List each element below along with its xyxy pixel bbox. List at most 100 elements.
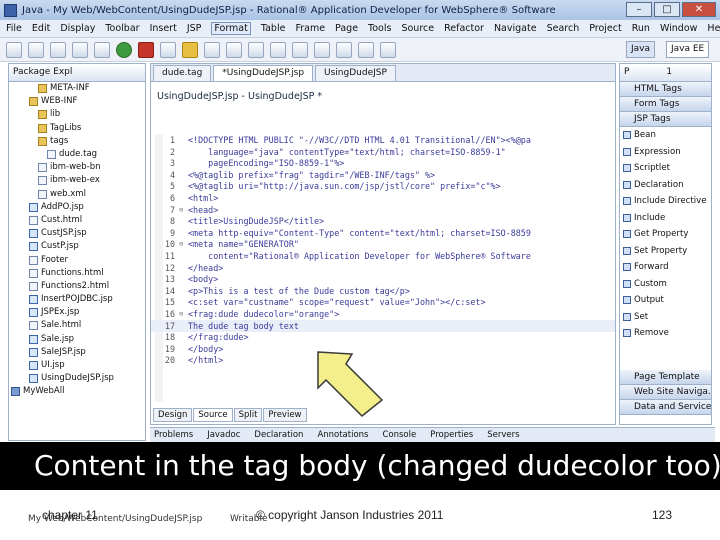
tree-item[interactable]: SaleJSP.jsp xyxy=(9,346,145,359)
menu-page[interactable]: Page xyxy=(335,23,358,34)
menu-table[interactable]: Table xyxy=(261,23,286,34)
code-line[interactable]: 4 <%@taglib prefix="frag" tagdir="/WEB-IN… xyxy=(151,169,615,181)
code-line[interactable]: 11 content="Rational® Application Develo… xyxy=(151,250,615,262)
palette-drawer[interactable]: JSP Tags xyxy=(620,112,711,127)
menu-search[interactable]: Search xyxy=(547,23,580,34)
bottom-view-tab[interactable]: Problems xyxy=(150,430,193,440)
palette-item[interactable]: Declaration xyxy=(620,177,711,194)
tree-item[interactable]: TagLibs xyxy=(9,122,145,135)
code-line[interactable]: 17 The dude tag body text xyxy=(151,319,615,332)
fold-marker-icon[interactable] xyxy=(179,285,188,297)
fold-marker-icon[interactable] xyxy=(179,296,188,308)
tree-item[interactable]: ibm-web-ex xyxy=(9,174,145,187)
palette-drawer[interactable]: Data and Services xyxy=(620,400,711,415)
maximize-button[interactable]: □ xyxy=(654,2,680,17)
fold-marker-icon[interactable] xyxy=(179,262,188,274)
print-icon[interactable] xyxy=(50,41,66,58)
tree-item[interactable]: UI.jsp xyxy=(9,359,145,372)
tree-item[interactable]: CustJSP.jsp xyxy=(9,227,145,240)
package-explorer-tab[interactable]: Package Expl xyxy=(9,64,145,82)
menu-run[interactable]: Run xyxy=(632,23,650,34)
bottom-view-tab[interactable]: Javadoc xyxy=(203,430,240,440)
code-line[interactable]: 5 <%@taglib uri="http://java.sun.com/jsp/… xyxy=(151,180,615,192)
tree-item[interactable]: dude.tag xyxy=(9,148,145,161)
menu-window[interactable]: Window xyxy=(660,23,697,34)
tree-item[interactable]: WEB-INF xyxy=(9,95,145,108)
tree-item[interactable]: Functions.html xyxy=(9,267,145,280)
menu-refactor[interactable]: Refactor xyxy=(444,23,484,34)
code-line[interactable]: 18 </frag:dude> xyxy=(151,331,615,343)
new-package-icon[interactable] xyxy=(226,41,242,58)
external-tools-icon[interactable] xyxy=(182,41,198,58)
new-server-icon[interactable] xyxy=(72,41,88,58)
menu-jsp[interactable]: JSP xyxy=(187,23,202,34)
editor-mode-tab[interactable]: Source xyxy=(193,408,233,422)
palette-item[interactable]: Include xyxy=(620,210,711,227)
menu-frame[interactable]: Frame xyxy=(295,23,325,34)
menu-edit[interactable]: Edit xyxy=(32,23,50,34)
code-line[interactable]: 3 pageEncoding="ISO-8859-1"%> xyxy=(151,157,615,169)
palette-item[interactable]: Custom xyxy=(620,276,711,293)
search-icon[interactable] xyxy=(270,41,286,58)
code-line[interactable]: 1 <!DOCTYPE HTML PUBLIC "-//W3C//DTD HTML… xyxy=(151,134,615,146)
tree-item[interactable]: ibm-web-bn xyxy=(9,161,145,174)
fold-marker-icon[interactable] xyxy=(179,343,188,355)
new-class-icon[interactable] xyxy=(248,41,264,58)
palette-drawer[interactable]: Web Site Naviga... xyxy=(620,385,711,400)
fold-marker-icon[interactable] xyxy=(179,250,188,262)
tree-item[interactable]: tags xyxy=(9,135,145,148)
code-line[interactable]: 9 <meta http-equiv="Content-Type" content… xyxy=(151,227,615,239)
tree-item[interactable]: JSPEx.jsp xyxy=(9,306,145,319)
code-line[interactable]: 20 </html> xyxy=(151,354,615,366)
bold-icon[interactable] xyxy=(292,41,308,58)
menu-source[interactable]: Source xyxy=(401,23,434,34)
tree-item[interactable]: Cust.html xyxy=(9,214,145,227)
menu-file[interactable]: File xyxy=(6,23,22,34)
fold-marker-icon[interactable] xyxy=(179,169,188,181)
tree-item[interactable]: InsertPOJDBC.jsp xyxy=(9,293,145,306)
tree-item[interactable]: CustP.jsp xyxy=(9,240,145,253)
palette-item[interactable]: Get Property xyxy=(620,226,711,243)
code-line[interactable]: 14 <p>This is a test of the Dude custom t… xyxy=(151,285,615,297)
fold-marker-icon[interactable] xyxy=(179,215,188,227)
tree-item[interactable]: Sale.jsp xyxy=(9,333,145,346)
italic-icon[interactable] xyxy=(314,41,330,58)
menu-toolbar[interactable]: Toolbar xyxy=(105,23,139,34)
tree-item[interactable]: lib xyxy=(9,108,145,121)
tree-item[interactable]: Footer xyxy=(9,253,145,266)
stop-icon[interactable] xyxy=(138,41,154,58)
tree-item[interactable]: UsingDudeJSP.jsp xyxy=(9,372,145,385)
fold-marker-icon[interactable] xyxy=(179,227,188,239)
palette-item[interactable]: Remove xyxy=(620,325,711,342)
code-line[interactable]: 19 </body> xyxy=(151,343,615,355)
open-type-icon[interactable] xyxy=(94,41,110,58)
back-icon[interactable] xyxy=(358,41,374,58)
code-line[interactable]: 6 <html> xyxy=(151,192,615,204)
editor-mode-tab[interactable]: Design xyxy=(153,408,193,422)
fold-marker-icon[interactable] xyxy=(179,354,188,366)
forward-icon[interactable] xyxy=(380,41,396,58)
tree-item[interactable]: AddPO.jsp xyxy=(9,201,145,214)
palette-drawer[interactable]: Page Template xyxy=(620,370,711,385)
fold-marker-icon[interactable] xyxy=(179,192,188,204)
menu-project[interactable]: Project xyxy=(589,23,622,34)
save-icon[interactable] xyxy=(28,41,44,58)
bottom-view-tab[interactable]: Properties xyxy=(426,430,473,440)
code-line[interactable]: 16 ⊖ <frag:dude dudecolor="orange"> xyxy=(151,308,615,320)
palette-overflow-count[interactable]: 1 xyxy=(666,67,672,77)
menu-display[interactable]: Display xyxy=(60,23,95,34)
tree-item[interactable]: META-INF xyxy=(9,82,145,95)
menu-tools[interactable]: Tools xyxy=(368,23,391,34)
fold-marker-icon[interactable]: ⊖ xyxy=(179,204,188,216)
fold-marker-icon[interactable] xyxy=(179,331,188,343)
editor-tab[interactable]: UsingDudeJSP xyxy=(315,65,396,81)
code-line[interactable]: 13 <body> xyxy=(151,273,615,285)
new-icon[interactable] xyxy=(6,41,22,58)
underline-icon[interactable] xyxy=(336,41,352,58)
palette-item[interactable]: Bean xyxy=(620,127,711,144)
perspective-java[interactable]: Java xyxy=(626,41,656,58)
fold-marker-icon[interactable]: ⊖ xyxy=(179,308,188,320)
code-line[interactable]: 10 ⊖ <meta name="GENERATOR" xyxy=(151,238,615,250)
bottom-view-tab[interactable]: Servers xyxy=(483,430,519,440)
fold-marker-icon[interactable] xyxy=(179,134,188,146)
